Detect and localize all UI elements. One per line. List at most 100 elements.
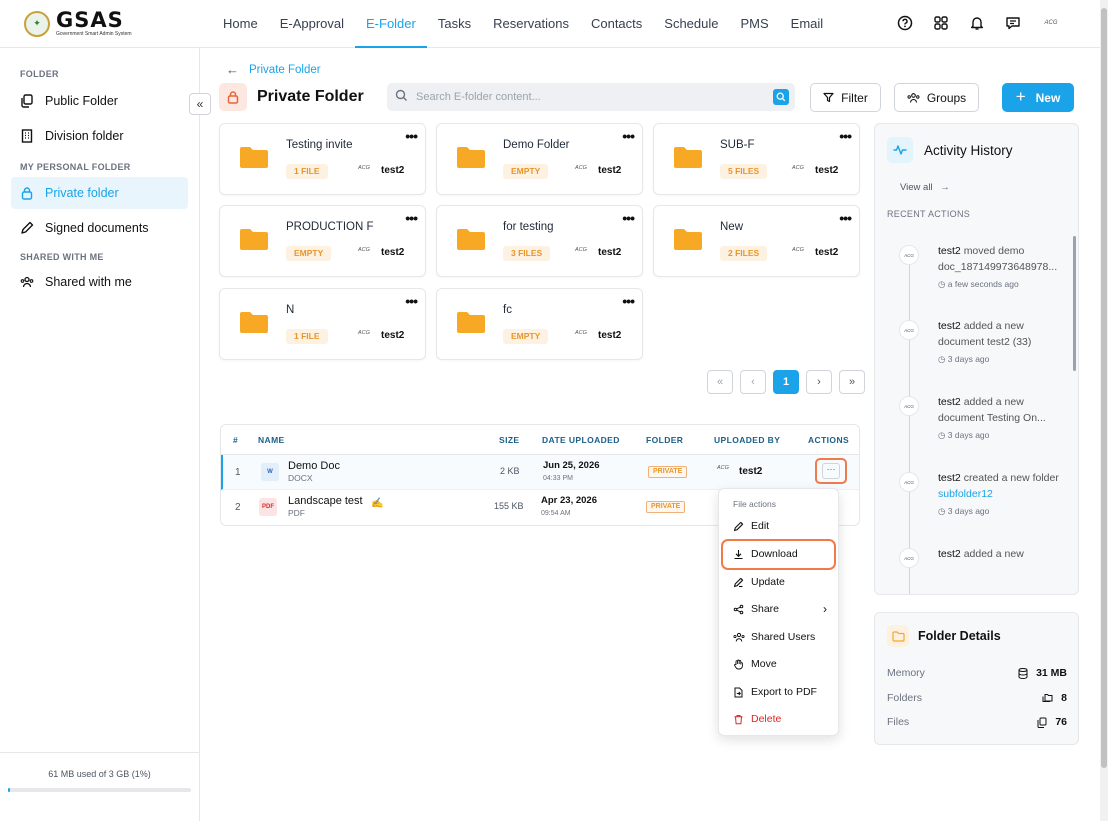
new-button[interactable]: + New bbox=[1002, 83, 1074, 112]
breadcrumb[interactable]: ← Private Folder bbox=[226, 62, 321, 77]
view-all-label: View all bbox=[900, 182, 933, 193]
more-horizontal-icon: ··· bbox=[822, 463, 840, 479]
breadcrumb-current[interactable]: Private Folder bbox=[249, 64, 321, 76]
file-count-badge: EMPTY bbox=[286, 246, 332, 261]
page-number-button[interactable]: 1 bbox=[773, 370, 799, 394]
file-name[interactable]: Demo Doc bbox=[288, 460, 340, 472]
search-input[interactable] bbox=[416, 91, 773, 103]
arrow-left-icon[interactable]: ← bbox=[226, 62, 239, 77]
sidebar-item-shared-with-me[interactable]: Shared with me bbox=[11, 266, 188, 298]
sidebar-item-label: Public Folder bbox=[45, 94, 118, 108]
clock-icon: ◷ bbox=[938, 354, 946, 364]
more-options-icon[interactable]: ••• bbox=[839, 210, 852, 226]
folder-card[interactable]: SUB-F ••• 5 FILES ACG test2 bbox=[653, 123, 860, 195]
hand-icon bbox=[733, 659, 745, 670]
folder-card[interactable]: New ••• 2 FILES ACG test2 bbox=[653, 205, 860, 277]
next-page-button[interactable]: › bbox=[806, 370, 832, 394]
col-name[interactable]: NAME bbox=[258, 435, 285, 445]
menu-item-share[interactable]: Share › bbox=[733, 599, 833, 619]
more-options-icon[interactable]: ••• bbox=[622, 210, 635, 226]
activity-link[interactable]: subfolder12 bbox=[938, 488, 993, 500]
activity-title: Activity History bbox=[924, 142, 1013, 158]
nav-home[interactable]: Home bbox=[212, 0, 269, 48]
help-icon[interactable] bbox=[896, 14, 914, 32]
prev-page-button[interactable]: ‹ bbox=[740, 370, 766, 394]
menu-item-move[interactable]: Move bbox=[733, 654, 833, 674]
groups-button[interactable]: Groups bbox=[894, 83, 979, 112]
menu-item-edit[interactable]: Edit bbox=[733, 516, 833, 536]
folder-card[interactable]: Testing invite ••• 1 FILE ACG test2 bbox=[219, 123, 426, 195]
menu-item-label: Delete bbox=[751, 713, 782, 725]
file-count-badge: 2 FILES bbox=[720, 246, 768, 261]
detail-folders: Folders 8 bbox=[887, 692, 1067, 704]
chat-icon[interactable] bbox=[1004, 14, 1022, 32]
search-submit-button[interactable] bbox=[773, 89, 789, 105]
folder-owner: test2 bbox=[598, 247, 622, 258]
nav-reservations[interactable]: Reservations bbox=[482, 0, 580, 48]
sidebar-item-signed-documents[interactable]: Signed documents bbox=[11, 212, 188, 244]
more-options-icon[interactable]: ••• bbox=[622, 128, 635, 144]
bell-icon[interactable] bbox=[968, 14, 986, 32]
more-options-icon[interactable]: ••• bbox=[405, 128, 418, 144]
col-date[interactable]: DATE UPLOADED bbox=[542, 435, 620, 445]
folder-details-title: Folder Details bbox=[918, 629, 1001, 643]
apps-grid-icon[interactable] bbox=[932, 14, 950, 32]
user-avatar[interactable]: ACG bbox=[1040, 14, 1062, 32]
collapse-sidebar-button[interactable]: « bbox=[189, 93, 211, 115]
menu-item-label: Share bbox=[751, 603, 780, 615]
menu-item-update[interactable]: Update bbox=[733, 572, 833, 592]
storage-progress-bar bbox=[8, 788, 191, 792]
storage-text: 61 MB used of 3 GB (1%) bbox=[48, 769, 151, 779]
folder-name: for testing bbox=[503, 221, 554, 233]
files-icon bbox=[1037, 717, 1047, 728]
more-options-icon[interactable]: ••• bbox=[405, 210, 418, 226]
sidebar-item-private-folder[interactable]: Private folder bbox=[11, 177, 188, 209]
nav-pms[interactable]: PMS bbox=[730, 0, 780, 48]
first-page-button[interactable]: « bbox=[707, 370, 733, 394]
table-header: # NAME SIZE DATE UPLOADED FOLDER UPLOADE… bbox=[221, 425, 859, 455]
menu-item-export-pdf[interactable]: Export to PDF bbox=[733, 682, 833, 702]
nav-email[interactable]: Email bbox=[780, 0, 835, 48]
page-scrollbar[interactable] bbox=[1100, 0, 1108, 821]
folder-card[interactable]: for testing ••• 3 FILES ACG test2 bbox=[436, 205, 643, 277]
row-number: 2 bbox=[235, 502, 241, 513]
more-options-icon[interactable]: ••• bbox=[839, 128, 852, 144]
view-all-link[interactable]: View all → bbox=[900, 182, 950, 193]
activity-scrollbar[interactable] bbox=[1073, 236, 1076, 371]
edit-icon bbox=[733, 521, 745, 532]
nav-contacts[interactable]: Contacts bbox=[580, 0, 653, 48]
last-page-button[interactable]: » bbox=[839, 370, 865, 394]
upload-date: Jun 25, 2026 bbox=[543, 460, 600, 471]
nav-schedule[interactable]: Schedule bbox=[653, 0, 729, 48]
sidebar-item-division-folder[interactable]: Division folder bbox=[11, 120, 188, 152]
folder-icon bbox=[674, 146, 702, 171]
folder-icon bbox=[457, 311, 485, 336]
file-name[interactable]: Landscape test bbox=[288, 495, 363, 507]
col-folder[interactable]: FOLDER bbox=[646, 435, 683, 445]
pagination: « ‹ 1 › » bbox=[707, 370, 865, 394]
activity-time-text: 3 days ago bbox=[947, 354, 990, 364]
file-type: PDF bbox=[288, 508, 305, 518]
folder-card[interactable]: Demo Folder ••• EMPTY ACG test2 bbox=[436, 123, 643, 195]
filter-button[interactable]: Filter bbox=[810, 83, 881, 112]
col-uploaded-by[interactable]: UPLOADED BY bbox=[714, 435, 780, 445]
menu-item-shared-users[interactable]: Shared Users bbox=[733, 627, 833, 647]
upload-time: 09:54 AM bbox=[541, 510, 571, 517]
folder-icon bbox=[457, 146, 485, 171]
app-logo[interactable]: ✦ GSAS Government Smart Admin System bbox=[24, 10, 132, 37]
table-row[interactable]: 1 W Demo Doc DOCX 2 KB Jun 25, 2026 04:3… bbox=[221, 455, 859, 490]
folder-card[interactable]: PRODUCTION F ••• EMPTY ACG test2 bbox=[219, 205, 426, 277]
row-actions-button[interactable]: ··· bbox=[815, 458, 847, 484]
nav-tasks[interactable]: Tasks bbox=[427, 0, 482, 48]
menu-item-delete[interactable]: Delete bbox=[733, 709, 833, 729]
folder-card[interactable]: N ••• 1 FILE ACG test2 bbox=[219, 288, 426, 360]
folder-card[interactable]: fc ••• EMPTY ACG test2 bbox=[436, 288, 643, 360]
more-options-icon[interactable]: ••• bbox=[405, 293, 418, 309]
detail-memory: Memory 31 MB bbox=[887, 667, 1067, 679]
sidebar-item-public-folder[interactable]: Public Folder bbox=[11, 85, 188, 117]
col-size[interactable]: SIZE bbox=[499, 435, 520, 445]
nav-e-folder[interactable]: E-Folder bbox=[355, 0, 427, 48]
menu-item-download[interactable]: Download bbox=[733, 544, 833, 564]
more-options-icon[interactable]: ••• bbox=[622, 293, 635, 309]
nav-e-approval[interactable]: E-Approval bbox=[269, 0, 355, 48]
